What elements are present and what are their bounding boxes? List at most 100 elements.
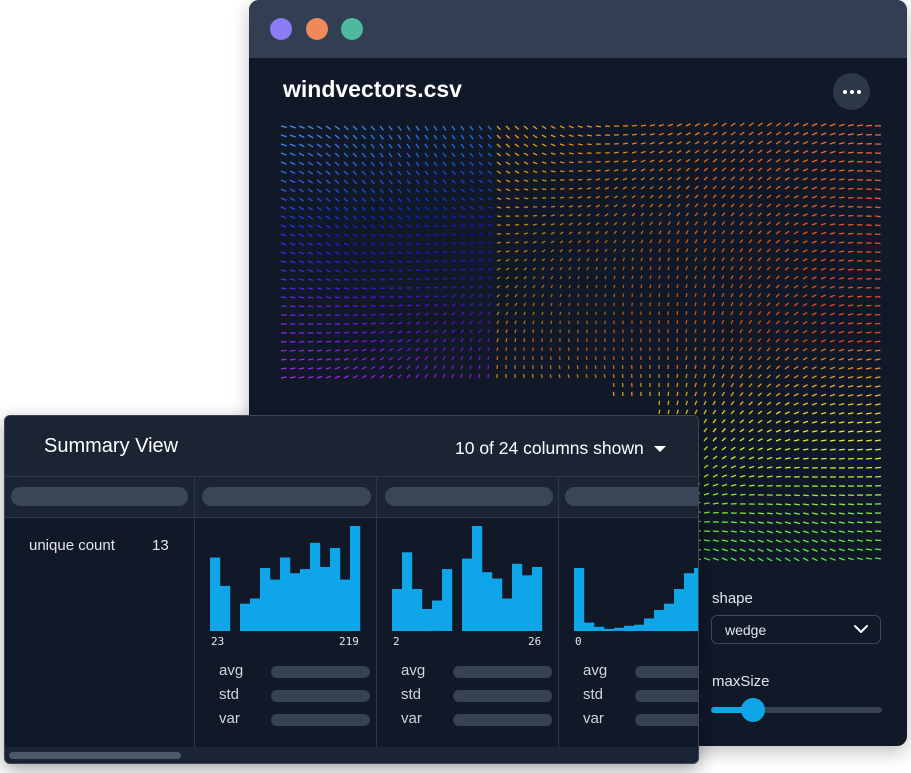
wind-vector bbox=[640, 221, 645, 226]
wind-vector bbox=[487, 125, 492, 131]
histogram-min-label: 0 bbox=[575, 635, 582, 648]
wind-vector bbox=[531, 374, 534, 379]
wind-vector bbox=[712, 221, 717, 226]
wind-vector bbox=[856, 539, 864, 542]
wind-vector bbox=[658, 221, 662, 226]
wind-vector bbox=[838, 512, 846, 515]
wind-vector bbox=[568, 205, 574, 208]
more-options-button[interactable] bbox=[833, 73, 870, 110]
column-header-placeholder[interactable] bbox=[385, 487, 553, 506]
wind-vector bbox=[757, 221, 762, 226]
wind-vector bbox=[496, 311, 500, 316]
wind-vector bbox=[478, 276, 483, 280]
more-dot bbox=[856, 89, 861, 94]
wind-vector bbox=[370, 374, 376, 379]
wind-vector bbox=[568, 143, 574, 146]
horizontal-scrollbar[interactable] bbox=[5, 747, 698, 763]
wind-vector bbox=[667, 409, 670, 415]
wind-vector bbox=[603, 365, 606, 370]
wind-vector bbox=[703, 257, 707, 262]
wind-vector bbox=[685, 221, 689, 226]
wind-vector bbox=[784, 140, 791, 145]
wind-vector bbox=[847, 530, 855, 533]
horizontal-scroll-thumb[interactable] bbox=[9, 752, 181, 759]
maxsize-slider-track[interactable] bbox=[711, 707, 882, 713]
column-header-placeholder[interactable] bbox=[202, 487, 371, 506]
wind-vector bbox=[658, 248, 662, 253]
wind-vector bbox=[712, 203, 717, 208]
wind-vector bbox=[775, 266, 780, 271]
wind-vector bbox=[370, 188, 375, 194]
shape-select[interactable]: wedge bbox=[711, 615, 881, 644]
wind-vector bbox=[298, 206, 305, 211]
wind-vector bbox=[667, 212, 672, 217]
wind-vector bbox=[406, 260, 412, 263]
wind-vector bbox=[667, 167, 673, 172]
wind-vector bbox=[388, 161, 393, 167]
wind-vector bbox=[829, 249, 836, 253]
wind-vector bbox=[388, 374, 393, 379]
minimize-window-button[interactable] bbox=[306, 18, 328, 40]
wind-vector bbox=[874, 349, 881, 352]
wind-vector bbox=[460, 294, 465, 298]
wind-vector bbox=[847, 339, 854, 343]
wind-vector bbox=[811, 231, 817, 235]
wind-vector bbox=[523, 249, 528, 253]
wind-vector bbox=[559, 257, 563, 262]
wind-vector bbox=[415, 197, 420, 202]
wind-vector bbox=[307, 251, 314, 255]
maxsize-slider-thumb[interactable] bbox=[741, 698, 765, 722]
wind-vector bbox=[766, 248, 771, 253]
wind-vector bbox=[406, 206, 412, 211]
wind-vector bbox=[523, 320, 526, 325]
wind-vector bbox=[766, 447, 773, 451]
wind-vector bbox=[865, 403, 872, 406]
wind-vector bbox=[397, 347, 403, 352]
wind-vector bbox=[370, 152, 375, 158]
wind-vector bbox=[847, 151, 854, 154]
wind-vector bbox=[739, 257, 744, 262]
wind-vector bbox=[811, 213, 818, 217]
wind-vector bbox=[703, 149, 709, 154]
wind-vector bbox=[505, 152, 511, 157]
wind-vector bbox=[730, 176, 736, 181]
wind-vector bbox=[667, 203, 672, 208]
wind-vector bbox=[586, 248, 590, 253]
column-header-placeholder[interactable] bbox=[565, 487, 698, 506]
wind-vector bbox=[793, 420, 800, 424]
wind-vector bbox=[424, 242, 430, 246]
wind-vector bbox=[856, 286, 863, 289]
wind-vector bbox=[379, 365, 385, 370]
wind-vector bbox=[397, 179, 402, 185]
wind-vector bbox=[685, 140, 691, 145]
wind-vector bbox=[622, 239, 626, 244]
wind-vector bbox=[379, 125, 385, 131]
wind-vector bbox=[658, 284, 661, 289]
wind-vector bbox=[415, 143, 420, 149]
histogram-bar bbox=[392, 589, 403, 631]
wind-vector bbox=[550, 170, 556, 173]
wind-vector bbox=[847, 196, 854, 199]
maximize-window-button[interactable] bbox=[341, 18, 363, 40]
close-window-button[interactable] bbox=[270, 18, 292, 40]
wind-vector bbox=[793, 521, 800, 525]
wind-vector bbox=[523, 134, 529, 139]
wind-vector bbox=[451, 277, 457, 280]
wind-vector bbox=[676, 185, 681, 190]
wind-vector bbox=[325, 278, 332, 282]
wind-vector bbox=[793, 356, 799, 361]
wind-vector bbox=[361, 366, 367, 370]
wind-vector bbox=[424, 233, 430, 237]
wind-vector bbox=[748, 447, 754, 451]
column-header-placeholder[interactable] bbox=[11, 487, 188, 506]
wind-vector bbox=[721, 539, 728, 543]
columns-shown-dropdown[interactable]: 10 of 24 columns shown bbox=[455, 438, 666, 459]
wind-vector bbox=[676, 355, 679, 361]
wind-vector bbox=[460, 268, 466, 271]
wind-vector bbox=[631, 168, 637, 172]
wind-vector bbox=[676, 373, 679, 379]
more-dot bbox=[849, 89, 854, 94]
wind-vector bbox=[622, 248, 626, 253]
wind-vector bbox=[694, 248, 698, 253]
histogram-bar bbox=[432, 600, 443, 631]
